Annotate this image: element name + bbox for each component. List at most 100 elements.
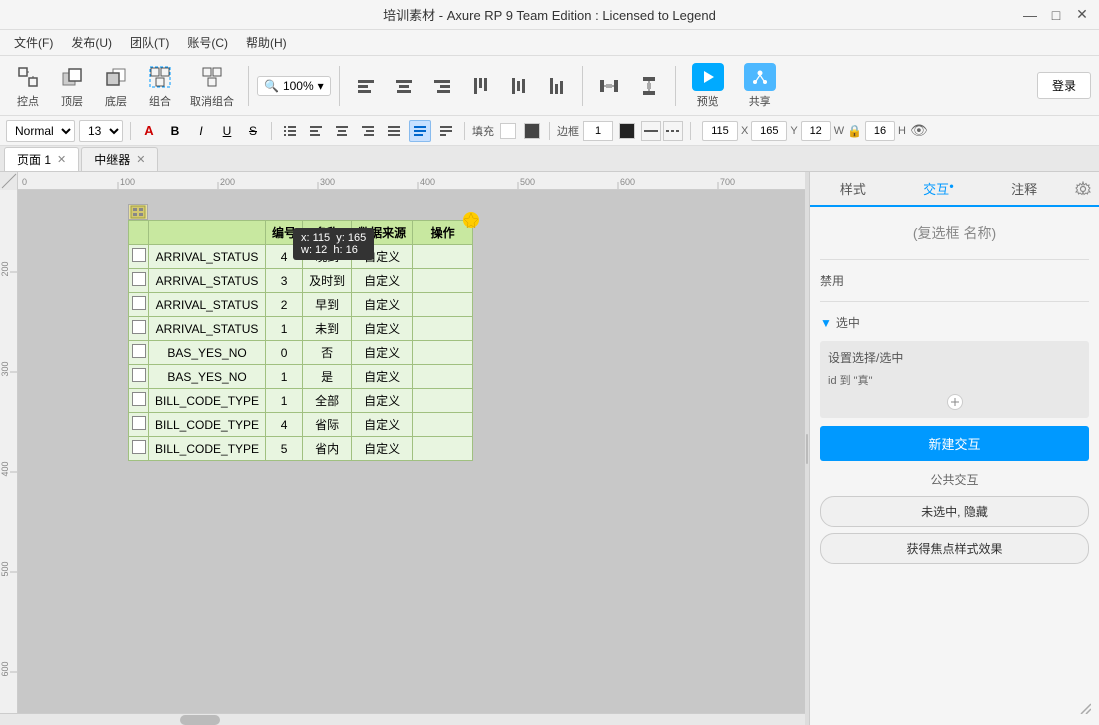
align-left-text-btn[interactable]: [305, 120, 327, 142]
h-value[interactable]: 16: [865, 121, 895, 141]
panel-tab-style[interactable]: 样式: [810, 172, 896, 205]
scrollbar-h[interactable]: [0, 713, 805, 725]
maximize-btn[interactable]: □: [1047, 6, 1065, 24]
toolbar-ungroup[interactable]: 取消组合: [184, 61, 240, 111]
underline-btn[interactable]: U: [216, 120, 238, 142]
align-right-text-btn[interactable]: [357, 120, 379, 142]
new-interaction-btn[interactable]: 新建交互: [820, 426, 1089, 461]
toolbar-control-point[interactable]: 控点: [8, 61, 48, 111]
border-color-swatch[interactable]: [619, 123, 635, 139]
toolbar-preview[interactable]: 预览: [684, 61, 732, 111]
widget-handle[interactable]: [128, 204, 148, 220]
checkbox-1[interactable]: [132, 272, 146, 286]
checkbox-8[interactable]: [132, 440, 146, 454]
zoom-control[interactable]: 🔍 100% ▾: [257, 76, 331, 96]
toolbar-group[interactable]: 组合: [140, 61, 180, 111]
cell-checkbox-2[interactable]: [129, 293, 149, 317]
toolbar-align-center[interactable]: [386, 70, 422, 102]
toolbar-align-middle[interactable]: [500, 70, 536, 102]
x-value[interactable]: 115: [702, 121, 738, 141]
cell-name-3: 未到: [303, 317, 352, 341]
public-btn-focus[interactable]: 获得焦点样式效果: [820, 533, 1089, 564]
close-btn[interactable]: ✕: [1073, 6, 1091, 24]
svg-text:100: 100: [120, 177, 135, 187]
checkbox-5[interactable]: [132, 368, 146, 382]
border-dashed-btn[interactable]: [663, 121, 683, 141]
toolbar-align-left[interactable]: [348, 70, 384, 102]
toolbar-align-bottom[interactable]: [538, 70, 574, 102]
selected-section-header[interactable]: ▼ 选中: [820, 310, 1089, 335]
cell-checkbox-6[interactable]: [129, 389, 149, 413]
cell-source-1: 自定义: [352, 269, 413, 293]
toolbar-bottom-layer[interactable]: 底层: [96, 61, 136, 111]
cell-checkbox-1[interactable]: [129, 269, 149, 293]
strikethrough-btn[interactable]: S: [242, 120, 264, 142]
toolbar-spacing-v[interactable]: [631, 70, 667, 102]
panel-tab-interact[interactable]: 交互●: [896, 172, 982, 207]
more-align-btn[interactable]: [435, 120, 457, 142]
public-btn-unselect[interactable]: 未选中, 隐藏: [820, 496, 1089, 527]
minimize-btn[interactable]: —: [1021, 6, 1039, 24]
window-controls[interactable]: — □ ✕: [1021, 6, 1091, 24]
y-value[interactable]: 165: [751, 121, 787, 141]
checkbox-2[interactable]: [132, 296, 146, 310]
flash-badge: [463, 212, 479, 228]
align-fill-btn[interactable]: [409, 120, 431, 142]
italic-btn[interactable]: I: [190, 120, 212, 142]
canvas-content[interactable]: x: 115 y: 165 w: 12 h: 16: [18, 190, 805, 713]
align-justify-text-btn[interactable]: [383, 120, 405, 142]
text-color-btn[interactable]: A: [138, 120, 160, 142]
menu-account[interactable]: 账号(C): [179, 32, 236, 53]
style-select[interactable]: Normal: [6, 120, 75, 142]
add-condition-area[interactable]: [828, 394, 1081, 410]
panel-tab-note[interactable]: 注释: [981, 172, 1067, 205]
cell-checkbox-7[interactable]: [129, 413, 149, 437]
checkbox-4[interactable]: [132, 344, 146, 358]
bottom-layer-label: 底层: [105, 93, 127, 109]
list-btn[interactable]: [279, 120, 301, 142]
border-solid-btn[interactable]: [641, 121, 661, 141]
border-style-btns: [641, 121, 683, 141]
border-width-input[interactable]: 1: [583, 121, 613, 141]
menu-team[interactable]: 团队(T): [122, 32, 177, 53]
checkbox-6[interactable]: [132, 392, 146, 406]
toolbar-share[interactable]: 共享: [736, 61, 784, 111]
fill-color-swatch[interactable]: [500, 123, 516, 139]
canvas-bg: x: 115 y: 165 w: 12 h: 16: [18, 190, 805, 713]
cell-checkbox-8[interactable]: [129, 437, 149, 461]
resize-icon[interactable]: [1079, 702, 1091, 717]
toolbar-align-right[interactable]: [424, 70, 460, 102]
login-button[interactable]: 登录: [1037, 72, 1091, 99]
visibility-icon[interactable]: 👁: [910, 122, 928, 139]
tab-repeater-close[interactable]: ✕: [136, 153, 145, 166]
tab-page1[interactable]: 页面 1 ✕: [4, 147, 79, 171]
menu-publish[interactable]: 发布(U): [63, 32, 120, 53]
w-value[interactable]: 12: [801, 121, 831, 141]
cell-checkbox-3[interactable]: [129, 317, 149, 341]
interaction-item[interactable]: 设置选择/选中 id 到 "真": [820, 341, 1089, 418]
font-size-select[interactable]: 13: [79, 120, 123, 142]
scroll-thumb-h[interactable]: [180, 715, 220, 725]
cell-source-8: 自定义: [352, 437, 413, 461]
toolbar-align-top[interactable]: [462, 70, 498, 102]
checkbox-0[interactable]: [132, 248, 146, 262]
align-center-text-btn[interactable]: [331, 120, 353, 142]
cell-checkbox-4[interactable]: [129, 341, 149, 365]
toolbar-top-layer[interactable]: 顶层: [52, 61, 92, 111]
bold-btn[interactable]: B: [164, 120, 186, 142]
cell-checkbox-0[interactable]: [129, 245, 149, 269]
toolbar-spacing-h[interactable]: [591, 70, 627, 102]
cell-code-6: 1: [266, 389, 303, 413]
cell-checkbox-5[interactable]: [129, 365, 149, 389]
checkbox-3[interactable]: [132, 320, 146, 334]
checkbox-7[interactable]: [132, 416, 146, 430]
menu-file[interactable]: 文件(F): [6, 32, 61, 53]
tab-repeater[interactable]: 中继器 ✕: [81, 147, 158, 171]
add-condition-btn[interactable]: [947, 394, 963, 410]
fill-dark-swatch[interactable]: [524, 123, 540, 139]
panel-settings-icon[interactable]: [1067, 172, 1099, 205]
tab-page1-close[interactable]: ✕: [57, 153, 66, 166]
widget-container[interactable]: x: 115 y: 165 w: 12 h: 16: [128, 220, 473, 461]
menu-help[interactable]: 帮助(H): [238, 32, 295, 53]
cell-source-2: 自定义: [352, 293, 413, 317]
